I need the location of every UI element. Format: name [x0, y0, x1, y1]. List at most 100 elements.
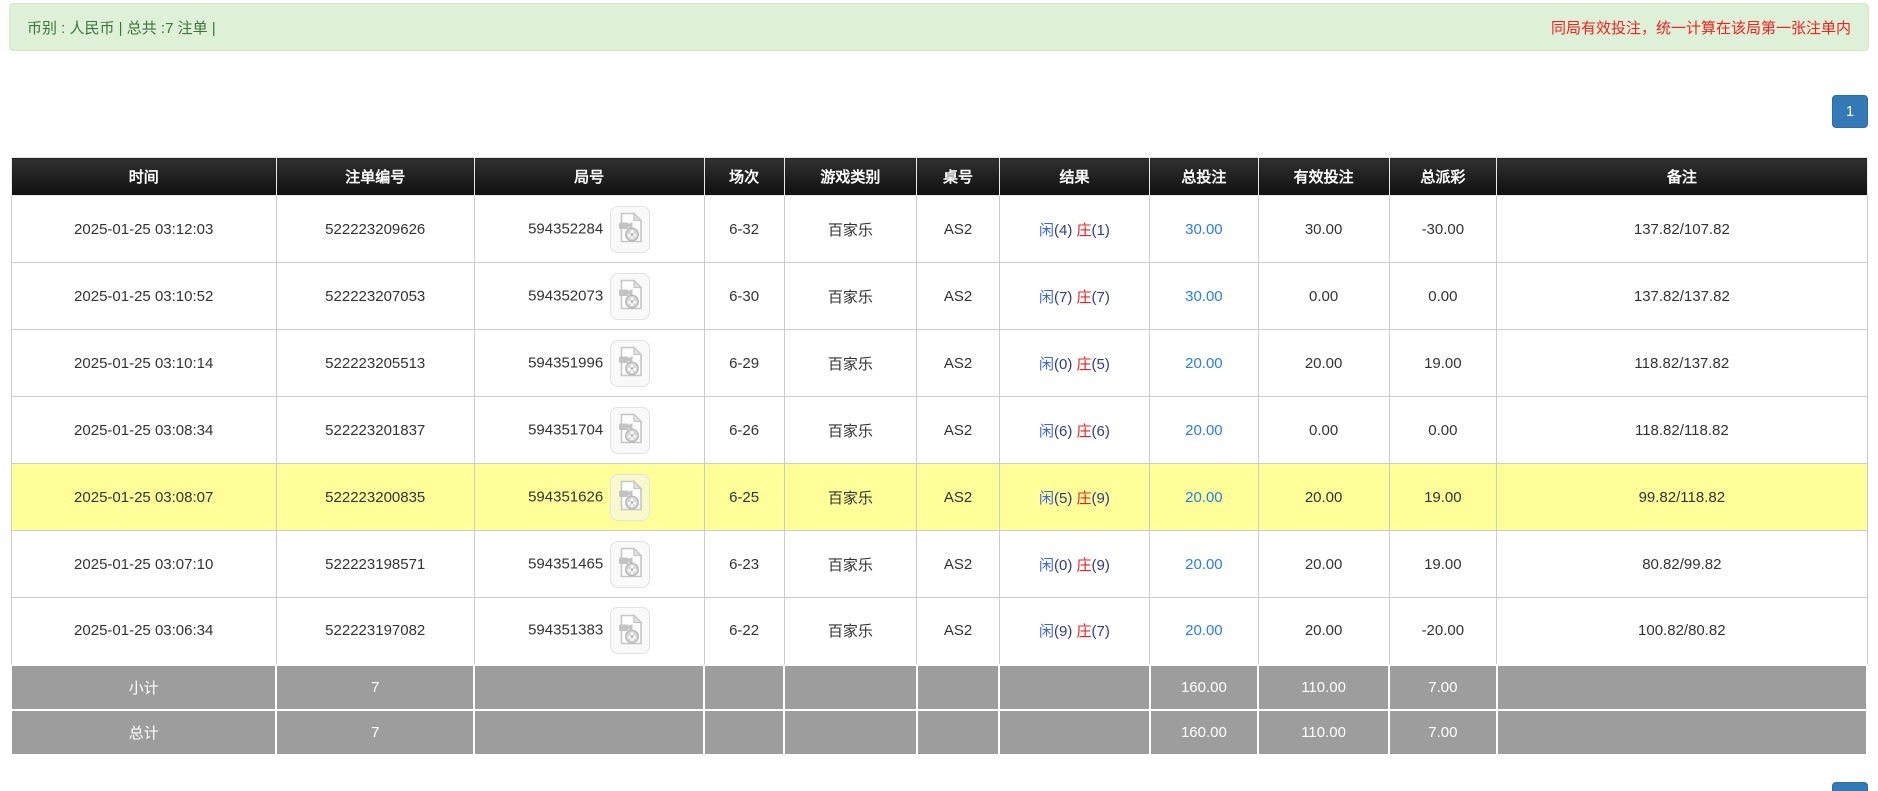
subtotal-empty-cell — [784, 665, 917, 710]
banker-result-value: (5) — [1092, 356, 1110, 373]
page-1-button-bottom[interactable]: 1 — [1832, 782, 1868, 791]
col-header-valid-bet: 有效投注 — [1258, 158, 1389, 196]
total-bet-link[interactable]: 20.00 — [1185, 355, 1223, 372]
cell-valid-bet: 0.00 — [1258, 263, 1389, 330]
cell-round-id: 594351465 — [474, 531, 704, 598]
cell-time: 2025-01-25 03:08:34 — [11, 397, 276, 464]
cell-result: 闲(4) 庄(1) — [999, 196, 1149, 263]
table-row: 2025-01-25 03:08:07 522223200835 5943516… — [11, 464, 1867, 531]
cell-total-bet: 20.00 — [1150, 330, 1259, 397]
col-header-round-id: 局号 — [474, 158, 704, 196]
player-result-label: 闲 — [1039, 490, 1054, 507]
video-replay-button[interactable] — [610, 340, 650, 387]
banker-result-value: (1) — [1092, 222, 1110, 239]
banker-result-label: 庄 — [1077, 356, 1092, 373]
cell-game-type: 百家乐 — [784, 531, 917, 598]
video-replay-button[interactable] — [610, 407, 650, 454]
total-bet-link[interactable]: 30.00 — [1185, 221, 1223, 238]
total-bet-link[interactable]: 20.00 — [1185, 622, 1223, 639]
banker-result-value: (7) — [1092, 289, 1110, 306]
table-row: 2025-01-25 03:10:14 522223205513 5943519… — [11, 330, 1867, 397]
cell-result: 闲(9) 庄(7) — [999, 598, 1149, 665]
cell-payout: 0.00 — [1389, 263, 1497, 330]
total-bet-link[interactable]: 20.00 — [1185, 556, 1223, 573]
cell-table-id: AS2 — [917, 464, 1000, 531]
video-replay-button[interactable] — [610, 607, 650, 654]
page: 币别 : 人民币 | 总共 :7 注单 | 同局有效投注，统一计算在该局第一张注… — [0, 3, 1878, 791]
cell-bet-id: 522223197082 — [276, 598, 474, 665]
cell-session: 6-23 — [704, 531, 784, 598]
table-header-row: 时间 注单编号 局号 场次 游戏类别 桌号 结果 总投注 有效投注 总派彩 备注 — [11, 158, 1867, 196]
video-replay-icon — [618, 212, 643, 246]
cell-table-id: AS2 — [917, 598, 1000, 665]
round-id-text: 594351996 — [528, 354, 603, 371]
video-replay-icon — [618, 413, 643, 447]
subtotal-empty-cell — [474, 665, 704, 710]
cell-bet-id: 522223201837 — [276, 397, 474, 464]
player-result-label: 闲 — [1039, 423, 1054, 440]
video-replay-icon — [618, 614, 643, 648]
cell-payout: -20.00 — [1389, 598, 1497, 665]
round-id-text: 594351704 — [528, 421, 603, 438]
round-id-text: 594352284 — [528, 220, 603, 237]
total-row: 总计 7 160.00 110.00 7.00 — [11, 710, 1867, 755]
subtotal-empty-cell — [1497, 665, 1867, 710]
cell-round-id: 594351626 — [474, 464, 704, 531]
subtotal-valid-bet: 110.00 — [1258, 665, 1389, 710]
round-id-text: 594351465 — [528, 555, 603, 572]
player-result-value: (5) — [1054, 490, 1072, 507]
cell-payout: 0.00 — [1389, 397, 1497, 464]
cell-valid-bet: 20.00 — [1258, 464, 1389, 531]
currency-summary-text: 币别 : 人民币 | 总共 :7 注单 | — [27, 17, 216, 38]
player-result-label: 闲 — [1039, 623, 1054, 640]
cell-table-id: AS2 — [917, 263, 1000, 330]
cell-result: 闲(0) 庄(5) — [999, 330, 1149, 397]
player-result-value: (0) — [1054, 356, 1072, 373]
bet-records-table: 时间 注单编号 局号 场次 游戏类别 桌号 结果 总投注 有效投注 总派彩 备注… — [10, 157, 1868, 756]
player-result-label: 闲 — [1039, 289, 1054, 306]
total-bet-link[interactable]: 20.00 — [1185, 422, 1223, 439]
cell-bet-id: 522223198571 — [276, 531, 474, 598]
cell-table-id: AS2 — [917, 330, 1000, 397]
pagination-bottom: 1 — [0, 782, 1868, 791]
cell-total-bet: 30.00 — [1150, 196, 1259, 263]
cell-session: 6-26 — [704, 397, 784, 464]
player-result-label: 闲 — [1039, 557, 1054, 574]
table-row: 2025-01-25 03:08:34 522223201837 5943517… — [11, 397, 1867, 464]
subtotal-empty-cell — [917, 665, 1000, 710]
subtotal-payout: 7.00 — [1389, 665, 1497, 710]
subtotal-empty-cell — [999, 665, 1149, 710]
video-replay-button[interactable] — [610, 541, 650, 588]
video-replay-button[interactable] — [610, 474, 650, 521]
cell-result: 闲(7) 庄(7) — [999, 263, 1149, 330]
player-result-value: (4) — [1054, 222, 1072, 239]
col-header-bet-id: 注单编号 — [276, 158, 474, 196]
banker-result-value: (6) — [1092, 423, 1110, 440]
cell-game-type: 百家乐 — [784, 598, 917, 665]
total-bet-link[interactable]: 20.00 — [1185, 489, 1223, 506]
cell-session: 6-29 — [704, 330, 784, 397]
cell-remark: 137.82/107.82 — [1497, 196, 1867, 263]
cell-remark: 137.82/137.82 — [1497, 263, 1867, 330]
cell-result: 闲(5) 庄(9) — [999, 464, 1149, 531]
cell-round-id: 594351704 — [474, 397, 704, 464]
col-header-payout: 总派彩 — [1389, 158, 1497, 196]
video-replay-icon — [618, 547, 643, 581]
cell-payout: 19.00 — [1389, 531, 1497, 598]
page-1-button[interactable]: 1 — [1832, 95, 1868, 128]
player-result-value: (0) — [1054, 557, 1072, 574]
total-payout: 7.00 — [1389, 710, 1497, 755]
video-replay-button[interactable] — [610, 206, 650, 253]
total-valid-bet: 110.00 — [1258, 710, 1389, 755]
video-replay-button[interactable] — [610, 273, 650, 320]
cell-remark: 118.82/118.82 — [1497, 397, 1867, 464]
cell-total-bet: 20.00 — [1150, 531, 1259, 598]
cell-game-type: 百家乐 — [784, 196, 917, 263]
banker-result-label: 庄 — [1077, 423, 1092, 440]
cell-round-id: 594351383 — [474, 598, 704, 665]
cell-time: 2025-01-25 03:08:07 — [11, 464, 276, 531]
cell-remark: 80.82/99.82 — [1497, 531, 1867, 598]
cell-remark: 118.82/137.82 — [1497, 330, 1867, 397]
table-row: 2025-01-25 03:10:52 522223207053 5943520… — [11, 263, 1867, 330]
total-bet-link[interactable]: 30.00 — [1185, 288, 1223, 305]
